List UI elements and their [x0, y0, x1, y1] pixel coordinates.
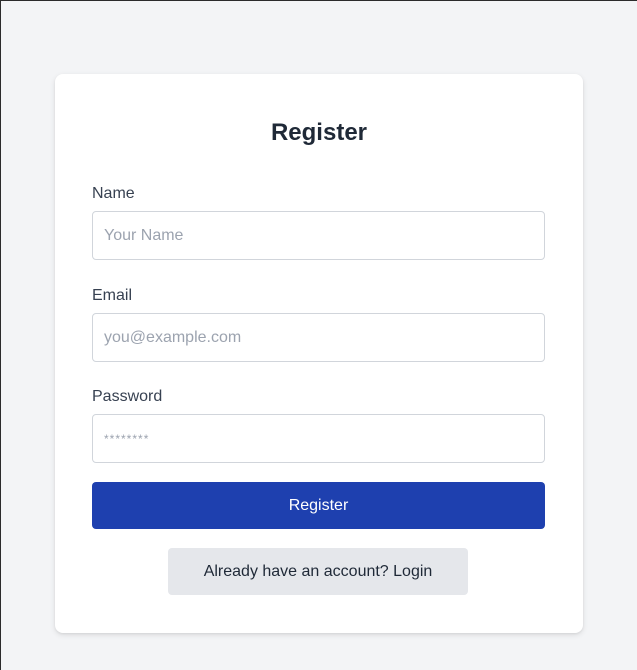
register-button[interactable]: Register: [92, 482, 545, 529]
name-input[interactable]: [92, 211, 545, 260]
password-input[interactable]: [92, 414, 545, 463]
password-label: Password: [92, 388, 163, 405]
form-title: Register: [270, 119, 368, 146]
email-label: Email: [92, 287, 133, 304]
email-input[interactable]: [92, 313, 545, 362]
login-link-button[interactable]: Already have an account? Login: [168, 548, 468, 595]
page-background: Register Name Email Password Register Al…: [0, 0, 637, 670]
register-card: Register Name Email Password Register Al…: [55, 74, 583, 633]
name-label: Name: [92, 185, 135, 202]
